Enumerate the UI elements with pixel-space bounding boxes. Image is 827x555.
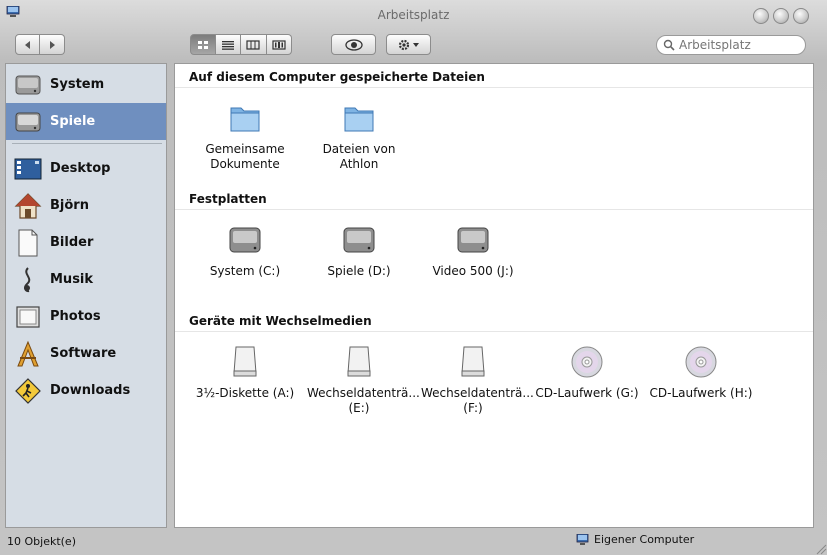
- hard-drive-icon: [343, 227, 375, 253]
- drive-tile[interactable]: Spiele (D:): [307, 222, 411, 279]
- sidebar-item-spiele[interactable]: Spiele: [6, 103, 166, 140]
- section-divider: [175, 87, 813, 88]
- sidebar-item-label: Desktop: [50, 161, 111, 176]
- drive-tile[interactable]: System (C:): [193, 222, 297, 279]
- drive-tile[interactable]: Video 500 (J:): [421, 222, 525, 279]
- maximize-button[interactable]: [773, 8, 789, 24]
- columns-icon: [246, 39, 260, 50]
- tile-label: 3½-Diskette (A:): [195, 386, 295, 400]
- pictures-icon: [14, 229, 42, 257]
- downloads-icon: [14, 377, 42, 405]
- section-divider: [175, 209, 813, 210]
- removable-drive-icon: [347, 346, 371, 377]
- sidebar-item-musik[interactable]: Musik: [6, 261, 166, 298]
- status-location: Eigener Computer: [576, 533, 694, 546]
- search-field[interactable]: [656, 35, 806, 55]
- music-icon: [14, 266, 42, 294]
- list-icon: [221, 40, 234, 50]
- view-mode-buttons: [190, 34, 293, 55]
- tile-label: Spiele (D:): [327, 264, 391, 278]
- tile-label: System (C:): [209, 264, 281, 278]
- sidebar-item-label: Photos: [50, 309, 101, 324]
- sidebar: System Spiele Desktop Björn Bilder Musik…: [5, 63, 167, 528]
- sidebar-divider: [12, 143, 162, 144]
- hard-drive-icon: [14, 108, 42, 136]
- quick-look-button[interactable]: [331, 34, 376, 55]
- title-bar[interactable]: Arbeitsplatz: [0, 0, 827, 30]
- resize-grip-icon[interactable]: [813, 541, 827, 555]
- tile-label: Dateien von Athlon: [322, 142, 396, 171]
- search-input[interactable]: [679, 38, 794, 52]
- removable-tile[interactable]: Wechseldatenträ... (F:): [421, 344, 534, 416]
- photos-icon: [14, 303, 42, 331]
- removable-tile[interactable]: Wechseldatenträ... (E:): [307, 344, 420, 416]
- status-location-label: Eigener Computer: [594, 533, 695, 546]
- close-button[interactable]: [793, 8, 809, 24]
- cd-icon: [685, 346, 717, 378]
- tile-label: Wechseldatenträ... (F:): [421, 386, 534, 415]
- content-pane: Auf diesem Computer gespeicherte Dateien…: [174, 63, 814, 528]
- navigation-buttons: [15, 34, 65, 55]
- folder-icon: [344, 107, 374, 132]
- removable-drive-icon: [461, 346, 485, 377]
- hard-drive-icon: [229, 227, 261, 253]
- removable-drive-icon: [233, 346, 257, 377]
- sidebar-item-photos[interactable]: Photos: [6, 298, 166, 335]
- sidebar-item-label: System: [50, 77, 105, 92]
- action-menu-button[interactable]: [386, 34, 431, 55]
- section-title: Geräte mit Wechselmedien: [189, 314, 372, 328]
- section-divider: [175, 331, 813, 332]
- explorer-window: Arbeitsplatz Arbeitsplatz System Spiele …: [0, 0, 827, 555]
- arrow-right-icon: [50, 40, 55, 49]
- cd-icon: [571, 346, 603, 378]
- sidebar-item-desktop[interactable]: Desktop: [6, 150, 166, 187]
- eye-icon: [344, 38, 363, 51]
- cd-tile[interactable]: CD-Laufwerk (G:): [535, 344, 639, 401]
- sidebar-item-system[interactable]: System: [6, 66, 166, 103]
- list-view-button[interactable]: [215, 34, 242, 55]
- forward-button[interactable]: [40, 34, 65, 55]
- sidebar-item-downloads[interactable]: Downloads: [6, 372, 166, 409]
- sidebar-item-bilder[interactable]: Bilder: [6, 224, 166, 261]
- grid-icon: [197, 40, 208, 49]
- search-icon: [663, 39, 675, 51]
- column-view-button[interactable]: [241, 34, 267, 55]
- folder-tile[interactable]: Gemeinsame Dokumente: [193, 100, 297, 172]
- section-title: Festplatten: [189, 192, 267, 206]
- minimize-button[interactable]: [753, 8, 769, 24]
- tile-label: Gemeinsame Dokumente: [205, 142, 285, 171]
- status-item-count: 10 Objekt(e): [7, 535, 76, 548]
- sidebar-item-bjorn[interactable]: Björn: [6, 187, 166, 224]
- sidebar-item-label: Musik: [50, 272, 94, 287]
- sidebar-item-label: Downloads: [50, 383, 131, 398]
- sidebar-item-label: Björn: [50, 198, 89, 213]
- gear-icon: [398, 39, 419, 50]
- tile-label: Wechseldatenträ... (E:): [307, 386, 420, 415]
- hard-drive-icon: [14, 71, 42, 99]
- applications-icon: [14, 340, 42, 368]
- coverflow-view-button[interactable]: [266, 34, 293, 55]
- tile-label: Video 500 (J:): [432, 264, 514, 278]
- arrow-left-icon: [24, 40, 30, 49]
- icon-view-button[interactable]: [190, 34, 216, 55]
- sidebar-item-label: Software: [50, 346, 117, 361]
- sidebar-item-label: Spiele: [50, 114, 96, 129]
- sidebar-item-software[interactable]: Software: [6, 335, 166, 372]
- hard-drive-icon: [457, 227, 489, 253]
- section-title: Auf diesem Computer gespeicherte Dateien: [189, 70, 485, 84]
- folder-icon: [230, 107, 260, 132]
- removable-tile[interactable]: 3½-Diskette (A:): [193, 344, 297, 401]
- sidebar-item-label: Bilder: [50, 235, 94, 250]
- back-button[interactable]: [15, 34, 40, 55]
- desktop-icon: [14, 155, 42, 183]
- coverflow-icon: [272, 39, 286, 50]
- tile-label: CD-Laufwerk (H:): [649, 386, 753, 400]
- folder-tile[interactable]: Dateien von Athlon: [307, 100, 411, 172]
- home-icon: [14, 192, 42, 220]
- cd-tile[interactable]: CD-Laufwerk (H:): [649, 344, 753, 401]
- window-title: Arbeitsplatz: [377, 8, 450, 22]
- tile-label: CD-Laufwerk (G:): [535, 386, 639, 400]
- computer-icon: [576, 533, 589, 545]
